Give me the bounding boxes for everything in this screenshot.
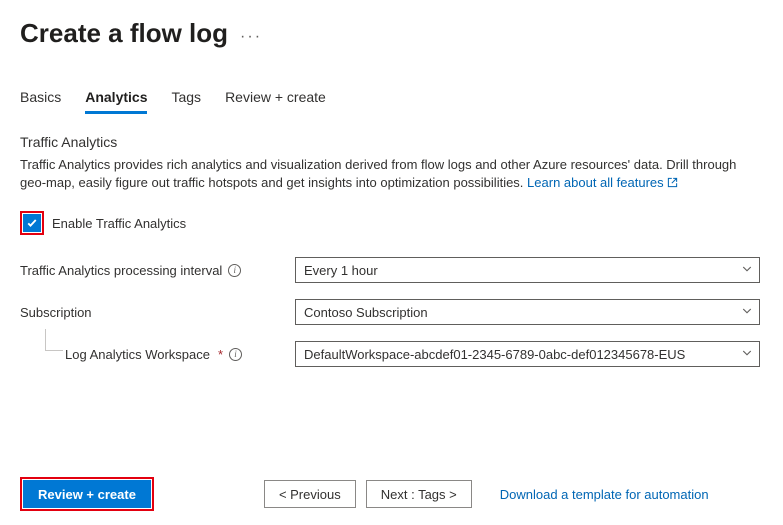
subscription-select[interactable]: Contoso Subscription	[295, 299, 760, 325]
more-actions-icon[interactable]: ···	[240, 29, 262, 45]
interval-value: Every 1 hour	[304, 263, 378, 278]
processing-interval-select[interactable]: Every 1 hour	[295, 257, 760, 283]
workspace-value: DefaultWorkspace-abcdef01-2345-6789-0abc…	[304, 347, 685, 362]
chevron-down-icon	[741, 305, 753, 320]
learn-all-features-link[interactable]: Learn about all features	[527, 175, 678, 190]
checkbox-highlight	[20, 211, 44, 235]
enable-traffic-analytics-label: Enable Traffic Analytics	[52, 216, 186, 231]
chevron-down-icon	[741, 347, 753, 362]
section-description: Traffic Analytics provides rich analytic…	[20, 156, 760, 193]
tabs: Basics Analytics Tags Review + create	[20, 89, 763, 114]
learn-link-text: Learn about all features	[527, 175, 664, 190]
download-template-link[interactable]: Download a template for automation	[500, 487, 709, 502]
tree-line	[45, 329, 63, 351]
section-title: Traffic Analytics	[20, 134, 763, 150]
page-title: Create a flow log	[20, 18, 228, 49]
next-button[interactable]: Next : Tags >	[366, 480, 472, 508]
enable-traffic-analytics-checkbox[interactable]	[23, 214, 41, 232]
primary-button-highlight: Review + create	[20, 477, 154, 511]
subscription-label: Subscription	[20, 305, 295, 320]
info-icon[interactable]: i	[228, 264, 241, 277]
subscription-label-text: Subscription	[20, 305, 92, 320]
previous-button[interactable]: < Previous	[264, 480, 356, 508]
tab-tags[interactable]: Tags	[171, 89, 201, 114]
info-icon[interactable]: i	[229, 348, 242, 361]
workspace-label-text: Log Analytics Workspace	[65, 347, 210, 362]
review-create-button[interactable]: Review + create	[23, 480, 151, 508]
tab-review-create[interactable]: Review + create	[225, 89, 326, 114]
tab-analytics[interactable]: Analytics	[85, 89, 147, 114]
external-link-icon	[667, 175, 678, 193]
interval-label-text: Traffic Analytics processing interval	[20, 263, 222, 278]
processing-interval-label: Traffic Analytics processing interval i	[20, 263, 295, 278]
tab-basics[interactable]: Basics	[20, 89, 61, 114]
workspace-label: Log Analytics Workspace * i	[20, 347, 295, 362]
chevron-down-icon	[741, 263, 753, 278]
subscription-value: Contoso Subscription	[304, 305, 428, 320]
workspace-select[interactable]: DefaultWorkspace-abcdef01-2345-6789-0abc…	[295, 341, 760, 367]
required-asterisk: *	[218, 347, 223, 362]
